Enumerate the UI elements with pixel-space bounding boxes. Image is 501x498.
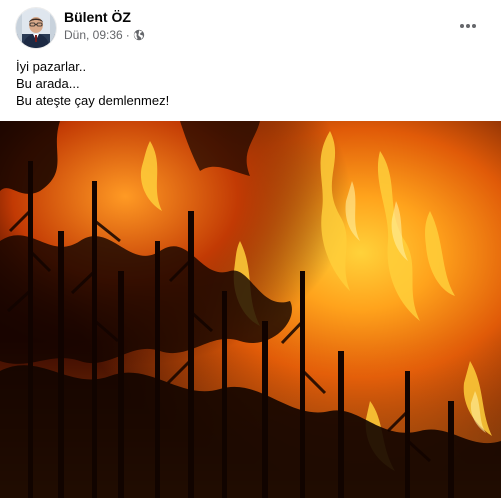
post-timestamp[interactable]: Dün, 09:36	[64, 27, 123, 43]
author-name[interactable]: Bülent ÖZ	[64, 8, 131, 26]
post-meta: Dün, 09:36 ·	[64, 27, 145, 43]
post-text-line: İyi pazarlar..	[16, 59, 87, 74]
author-avatar[interactable]	[16, 8, 56, 48]
avatar-photo	[16, 8, 56, 48]
meta-separator: ·	[125, 28, 130, 42]
post-text-line: Bu ateşte çay demlenmez!	[16, 93, 170, 108]
post-text: İyi pazarlar.. Bu arada... Bu ateşte çay…	[16, 58, 486, 109]
globe-icon[interactable]	[133, 29, 145, 41]
more-options-icon	[460, 24, 476, 28]
facebook-post: Bülent ÖZ Dün, 09:36 · İyi pazarlar.. Bu…	[0, 0, 501, 498]
more-options-button[interactable]	[452, 10, 484, 42]
post-header: Bülent ÖZ Dün, 09:36 ·	[0, 0, 501, 52]
post-image[interactable]	[0, 121, 501, 498]
post-text-line: Bu arada...	[16, 76, 80, 91]
forest-fire-photo	[0, 121, 501, 498]
